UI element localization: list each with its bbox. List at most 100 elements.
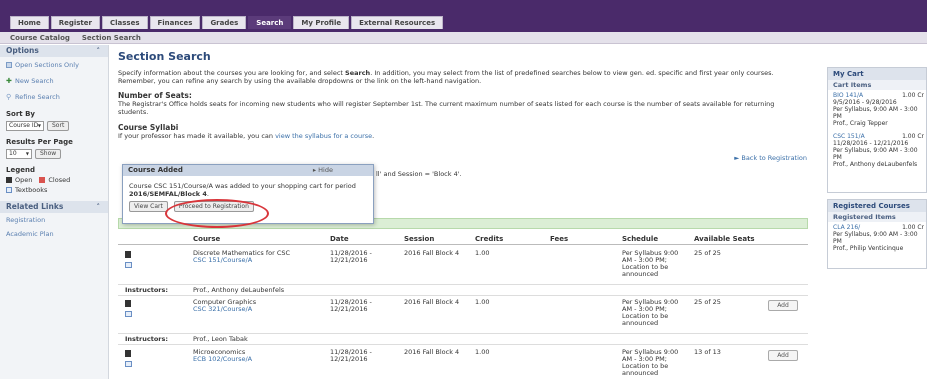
collapse-icon[interactable]: ˄	[97, 45, 101, 57]
sort-by-select[interactable]: Course ID	[6, 121, 44, 131]
popup-header: Course Added ▸ Hide	[123, 165, 373, 176]
legend-textbooks-text: Textbooks	[15, 186, 48, 194]
sidebar-refine-search[interactable]: ⚲ Refine Search	[0, 89, 108, 105]
registered-courses-panel: Registered Courses Registered Items CLA …	[827, 199, 927, 269]
view-cart-button[interactable]: View Cart	[129, 201, 168, 212]
tab-grades[interactable]: Grades	[202, 16, 247, 29]
tab-my-profile[interactable]: My Profile	[293, 16, 350, 29]
popup-title: Course Added	[128, 166, 183, 174]
legend-closed-text: Closed	[48, 176, 71, 184]
cart-item-date: 9/5/2016 - 9/28/2016	[833, 99, 897, 106]
related-links-title: Related Links	[6, 202, 64, 211]
cart-item-code[interactable]: CSC 151/A	[833, 133, 865, 140]
tab-register[interactable]: Register	[50, 16, 100, 29]
syllabi-part: .	[372, 132, 375, 140]
course-code-link[interactable]: ECB 102/Course/A	[193, 356, 252, 363]
col-date[interactable]: Date	[330, 235, 349, 243]
intro-part: Remember, you can refine any search by u…	[118, 77, 482, 85]
col-available-seats[interactable]: Available Seats	[694, 235, 755, 243]
open-status-icon	[125, 350, 131, 357]
registered-item-instructor: Prof., Philip Venticinque	[833, 245, 904, 252]
course-date-end: 12/21/2016	[330, 355, 368, 363]
cart-item-schedule: PM	[833, 154, 842, 161]
legend-open-text: Open	[15, 176, 33, 184]
add-course-button[interactable]: Add	[768, 300, 798, 311]
results-per-page-select[interactable]: 10	[6, 149, 32, 159]
popup-message: Course CSC 151/Course/A was added to you…	[123, 176, 373, 198]
results-per-page-label: Results Per Page	[6, 138, 73, 146]
main-content: Section Search Specify information about…	[118, 45, 808, 140]
show-button[interactable]: Show	[35, 149, 62, 159]
page-title: Section Search	[118, 50, 211, 63]
popup-text: Course	[129, 182, 154, 190]
related-links-header[interactable]: Related Links ˄	[0, 201, 108, 213]
col-schedule[interactable]: Schedule	[622, 235, 658, 243]
course-session: 2016 Fall Block 4	[404, 298, 460, 306]
tab-search[interactable]: Search	[248, 16, 292, 29]
back-to-registration-link[interactable]: ► Back to Registration	[734, 154, 807, 162]
textbook-icon[interactable]	[125, 361, 132, 367]
registered-item: CLA 216/1.00 Cr Per Syllabus, 9:00 AM - …	[828, 222, 926, 254]
course-code-link[interactable]: CSC 151/Course/A	[193, 257, 252, 264]
filter-icon	[6, 62, 12, 68]
instructor-name: Prof., Leon Tabak	[193, 335, 248, 343]
syllabus-link[interactable]: view the syllabus for a course	[275, 132, 372, 140]
instructors-row: Instructors: Prof., Leon Tabak	[118, 333, 808, 345]
registered-item-code[interactable]: CLA 216/	[833, 224, 860, 231]
registered-item-schedule: PM	[833, 238, 842, 245]
highlight-circle	[165, 199, 269, 228]
tab-finances[interactable]: Finances	[149, 16, 201, 29]
col-session[interactable]: Session	[404, 235, 434, 243]
add-course-button[interactable]: Add	[768, 350, 798, 361]
registered-items-header: Registered Items	[828, 212, 926, 222]
available-seats: 13 of 13	[694, 348, 721, 356]
sidebar-item-label: Open Sections Only	[15, 61, 79, 69]
collapse-icon[interactable]: ˄	[97, 201, 101, 213]
col-credits[interactable]: Credits	[475, 235, 503, 243]
tab-home[interactable]: Home	[10, 16, 49, 29]
seats-line: The Registrar's Office holds seats for i…	[118, 100, 775, 108]
textbook-icon[interactable]	[125, 262, 132, 268]
course-code-link[interactable]: CSC 321/Course/A	[193, 306, 252, 313]
col-course[interactable]: Course	[193, 235, 220, 243]
sidebar-open-sections-only[interactable]: Open Sections Only	[0, 57, 108, 73]
instructor-name: Prof., Anthony deLaubenfels	[193, 286, 285, 294]
open-legend-icon	[6, 177, 12, 183]
options-header[interactable]: Options ˄	[0, 45, 108, 57]
seats-line: students.	[118, 108, 149, 116]
table-row: Computer Graphics CSC 321/Course/A 11/28…	[118, 298, 808, 330]
sub-nav: Course Catalog Section Search	[0, 32, 927, 44]
col-fees[interactable]: Fees	[550, 235, 568, 243]
cart-item-credits: 1.00 Cr	[902, 92, 924, 99]
cart-item: CSC 151/A 1.00 Cr 11/28/2016 - 12/21/2016…	[828, 131, 926, 170]
popup-hide-button[interactable]: ▸ Hide	[313, 165, 333, 176]
tab-external-resources[interactable]: External Resources	[351, 16, 444, 29]
available-seats: 25 of 25	[694, 298, 721, 306]
sort-button[interactable]: Sort	[47, 121, 70, 131]
sidebar-item-label: Refine Search	[15, 93, 60, 101]
intro-part: Specify information about the courses yo…	[118, 69, 346, 77]
related-link-registration[interactable]: Registration	[0, 213, 108, 227]
new-search-icon: ✚	[6, 77, 12, 85]
course-date-end: 12/21/2016	[330, 256, 368, 264]
instructors-label: Instructors:	[125, 335, 168, 343]
subnav-course-catalog[interactable]: Course Catalog	[10, 32, 70, 43]
subnav-section-search[interactable]: Section Search	[82, 32, 141, 43]
textbook-icon[interactable]	[125, 311, 132, 317]
cart-items-header: Cart Items	[828, 80, 926, 90]
open-status-icon	[125, 251, 131, 258]
related-link-academic-plan[interactable]: Academic Plan	[0, 227, 108, 241]
course-schedule: announced	[622, 369, 659, 377]
available-seats: 25 of 25	[694, 249, 721, 257]
course-schedule: announced	[622, 319, 659, 327]
cart-item-code[interactable]: BIO 141/A	[833, 92, 863, 99]
course-credits: 1.00	[475, 298, 490, 306]
sidebar-new-search[interactable]: ✚ New Search	[0, 73, 108, 89]
popup-text: .	[206, 190, 209, 198]
tab-classes[interactable]: Classes	[101, 16, 148, 29]
sort-by-label: Sort By	[6, 110, 35, 118]
course-credits: 1.00	[475, 348, 490, 356]
main-tabs: Home Register Classes Finances Grades Se…	[10, 16, 444, 29]
cart-item-schedule: Per Syllabus, 9:00 AM - 3:00	[833, 147, 918, 154]
cart-item-credits: 1.00 Cr	[902, 133, 924, 140]
